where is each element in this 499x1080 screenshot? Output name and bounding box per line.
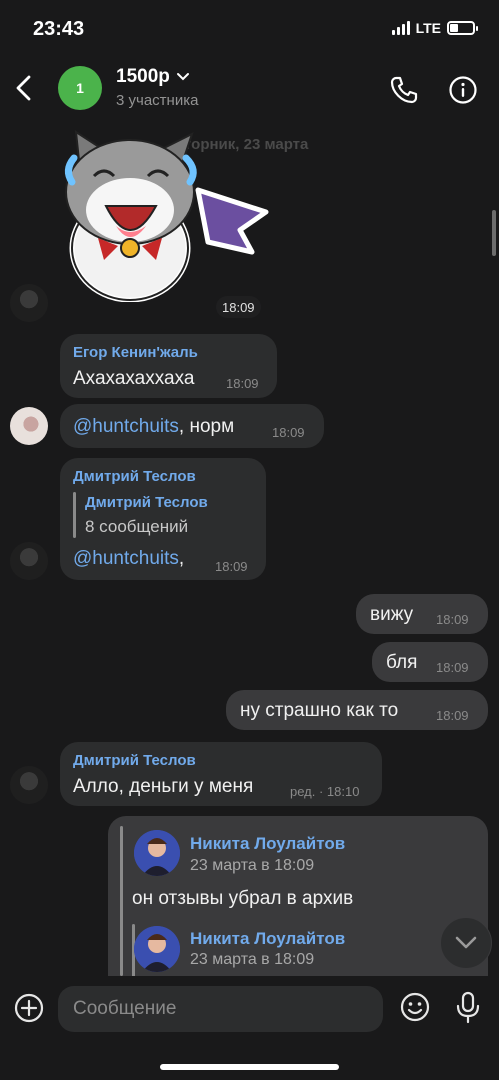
forward-avatar[interactable] [134,926,180,972]
status-time: 23:43 [33,18,85,40]
scroll-to-bottom-button[interactable] [440,917,492,969]
sticker-time: 18:09 [216,296,261,318]
message-text: вижу [370,604,414,625]
attach-button[interactable] [13,992,45,1024]
chat-title: 1500р [116,66,170,87]
chat-avatar[interactable]: 1 [58,66,102,110]
message-bubble[interactable]: Егор Кенин'жаль Ахахахаххаха 18:09 [60,334,277,398]
call-button[interactable] [388,74,420,106]
plus-icon [14,993,44,1023]
message-time: 18:09 [215,559,248,574]
message-bubble-outgoing[interactable]: вижу 18:09 [356,594,488,634]
forward-sender[interactable]: Никита Лоулайтов [190,929,345,949]
message-input[interactable] [58,986,383,1032]
forwarded-messages-bubble[interactable]: Никита Лоулайтов 23 марта в 18:09 он отз… [108,816,488,986]
info-icon [449,76,477,104]
message-time: 18:09 [436,708,469,723]
chat-subtitle: 3 участника [116,92,199,109]
phone-icon [390,76,418,104]
message-bubble[interactable]: Дмитрий Теслов Алло, деньги у меня ред. … [60,742,382,806]
emoji-button[interactable] [399,991,431,1023]
message-sender[interactable]: Егор Кенин'жаль [73,344,198,361]
mention-link[interactable]: @huntchuits [73,416,179,437]
info-button[interactable] [447,74,479,106]
emoji-icon [400,992,430,1022]
forward-text: он отзывы убрал в архив [132,888,354,909]
mention-link[interactable]: @huntchuits [73,548,179,569]
forward-sender[interactable]: Никита Лоулайтов [190,834,345,854]
message-time: ред. · 18:10 [290,784,360,799]
quote-sender[interactable]: Дмитрий Теслов [85,494,208,511]
signal-icon [391,21,410,35]
chat-title-button[interactable]: 1500р [116,66,190,88]
message-sender[interactable]: Дмитрий Теслов [73,468,196,485]
forward-date: 23 марта в 18:09 [190,857,315,874]
forward-date: 23 марта в 18:09 [190,951,315,968]
forward-bar [120,826,123,976]
message-time: 18:09 [436,660,469,675]
avatar[interactable] [10,284,48,322]
message-text: , норм [178,416,235,437]
chat-header: 1 1500р 3 участника [0,56,499,122]
message-bubble-outgoing[interactable]: бля 18:09 [372,642,488,682]
avatar[interactable] [10,542,48,580]
home-indicator [160,1064,339,1070]
avatar-image [134,926,180,972]
message-text: , [178,548,185,569]
message-bubble[interactable]: @huntchuits, норм 18:09 [60,404,324,448]
forward-avatar[interactable] [134,830,180,876]
battery-icon [447,21,478,35]
message-time: 18:09 [436,612,469,627]
message-time: 18:09 [226,376,259,391]
avatar[interactable] [10,766,48,804]
network-label: LTE [415,20,441,36]
sticker-image[interactable] [58,130,270,302]
avatar[interactable] [10,407,48,445]
message-text: ну страшно как то [240,700,399,721]
message-bubble[interactable]: Дмитрий Теслов Дмитрий Теслов 8 сообщени… [60,458,266,580]
status-bar: 23:43 LTE [0,0,499,56]
voice-message-button[interactable] [452,990,484,1024]
message-sender[interactable]: Дмитрий Теслов [73,752,196,769]
microphone-icon [456,991,480,1024]
message-text: Алло, деньги у меня [73,776,254,797]
message-composer [0,976,499,1080]
avatar-image [134,830,180,876]
quote-bar [73,492,76,538]
status-indicators: LTE [391,20,478,36]
message-text: бля [386,652,418,673]
message-text: Ахахахаххаха [73,368,195,389]
message-time: 18:09 [272,425,305,440]
quote-text[interactable]: 8 сообщений [85,517,188,537]
back-button[interactable] [10,70,38,106]
chevron-down-icon [455,936,477,949]
message-bubble-outgoing[interactable]: ну страшно как то 18:09 [226,690,488,730]
chevron-down-icon [176,73,189,81]
back-icon [16,75,31,101]
scrollbar[interactable] [492,210,496,256]
